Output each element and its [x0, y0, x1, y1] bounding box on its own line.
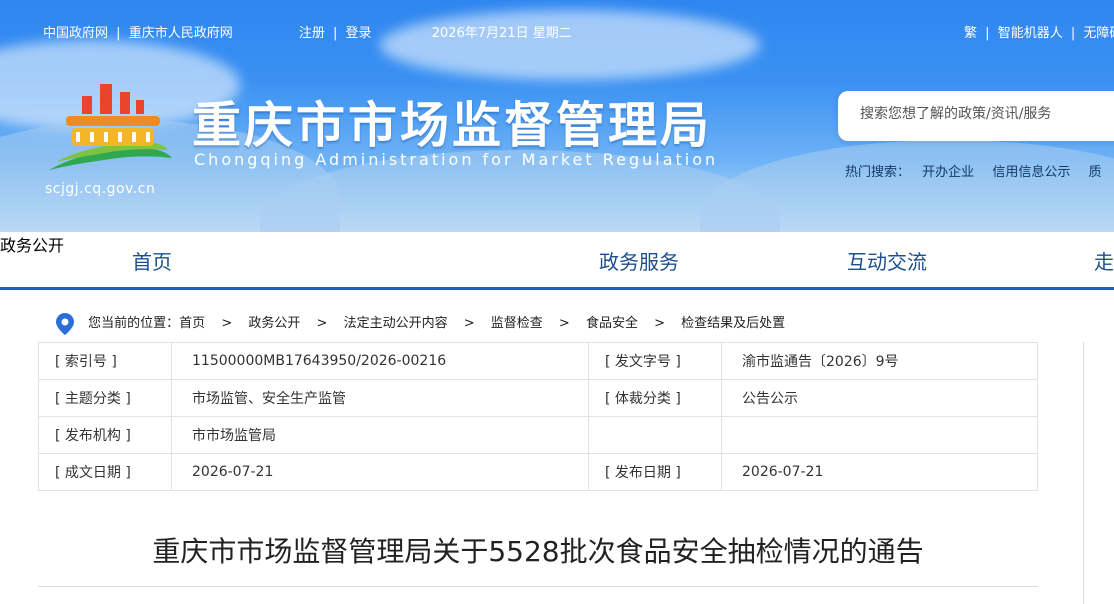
- link-gov-cn[interactable]: 中国政府网: [43, 22, 108, 41]
- breadcrumb-label: 您当前的位置：: [88, 316, 180, 331]
- robot-link[interactable]: 智能机器人: [998, 26, 1063, 41]
- hot-search-item[interactable]: 信用信息公示: [992, 165, 1070, 180]
- search-box: [838, 91, 1114, 141]
- breadcrumb-item[interactable]: 首页: [179, 316, 205, 331]
- register-link[interactable]: 注册: [299, 22, 325, 41]
- location-pin-icon: [56, 312, 74, 335]
- meta-value: 2026-07-21: [721, 453, 1038, 491]
- hot-search-item[interactable]: 开办企业: [922, 165, 974, 180]
- meta-key: [ 成文日期 ]: [38, 453, 172, 491]
- breadcrumb-item[interactable]: 检查结果及后处置: [681, 316, 785, 331]
- breadcrumb-separator: >: [463, 316, 475, 331]
- meta-value: 2026-07-21: [171, 453, 589, 491]
- breadcrumb-separator: >: [316, 316, 328, 331]
- meta-key: [ 发文字号 ]: [588, 342, 722, 380]
- breadcrumb-item[interactable]: 政务公开: [248, 316, 300, 331]
- accessibility-link[interactable]: 无障碍: [1083, 26, 1114, 41]
- meta-key: [ 索引号 ]: [38, 342, 172, 380]
- current-date: 2026年7月21日 星期二: [431, 26, 572, 41]
- topbar-left: 中国政府网 | 重庆市人民政府网 注册 | 登录 2026年7月21日 星期二: [43, 22, 572, 41]
- hot-searches: 热门搜索： 开办企业 信用信息公示 质: [845, 161, 1114, 180]
- hot-search-item[interactable]: 质: [1088, 165, 1101, 180]
- table-row: [ 索引号 ] 11500000MB17643950/2026-00216 [ …: [38, 342, 1038, 380]
- cloud-decoration: [380, 10, 760, 80]
- site-title[interactable]: 重庆市市场监督管理局: [192, 86, 712, 157]
- breadcrumb: 您当前的位置：首页 > 政务公开 > 法定主动公开内容 > 监督检查 > 食品安…: [56, 312, 785, 335]
- traditional-chinese-link[interactable]: 繁: [964, 26, 977, 41]
- table-row: [ 发布机构 ] 市市场监管局: [38, 416, 1038, 454]
- site-domain: scjgj.cq.gov.cn: [45, 181, 156, 197]
- sidebar-divider: [1083, 342, 1084, 604]
- meta-value: 公告公示: [721, 379, 1038, 417]
- meta-value: 渝市监通告〔2026〕9号: [721, 342, 1038, 380]
- topbar-right: 繁 | 智能机器人 | 无障碍: [964, 22, 1114, 41]
- meta-key: [ 体裁分类 ]: [588, 379, 722, 417]
- link-cq-gov[interactable]: 重庆市人民政府网: [129, 22, 233, 41]
- breadcrumb-item[interactable]: 食品安全: [586, 316, 638, 331]
- meta-value: [721, 416, 1038, 454]
- site-header: 中国政府网 | 重庆市人民政府网 注册 | 登录 2026年7月21日 星期二 …: [0, 0, 1114, 232]
- hill-decoration: [700, 140, 1114, 232]
- site-subtitle: Chongqing Administration for Market Regu…: [194, 150, 719, 169]
- breadcrumb-item[interactable]: 法定主动公开内容: [344, 316, 448, 331]
- meta-key: [ 主题分类 ]: [38, 379, 172, 417]
- breadcrumb-item[interactable]: 监督检查: [491, 316, 543, 331]
- login-link[interactable]: 登录: [346, 22, 372, 41]
- document-meta-table: [ 索引号 ] 11500000MB17643950/2026-00216 [ …: [38, 342, 1038, 491]
- title-divider: [38, 586, 1038, 587]
- breadcrumb-separator: >: [558, 316, 570, 331]
- nav-active-indicator: [0, 232, 1114, 288]
- meta-value: 市场监管、安全生产监管: [171, 379, 589, 417]
- hot-search-label: 热门搜索：: [845, 165, 911, 180]
- emblem-logo[interactable]: [44, 78, 174, 178]
- meta-value: 11500000MB17643950/2026-00216: [171, 342, 589, 380]
- table-row: [ 主题分类 ] 市场监管、安全生产监管 [ 体裁分类 ] 公告公示: [38, 379, 1038, 417]
- document-title: 重庆市市场监督管理局关于5528批次食品安全抽检情况的通告: [152, 535, 924, 568]
- meta-key: [588, 416, 722, 454]
- meta-key: [ 发布机构 ]: [38, 416, 172, 454]
- breadcrumb-separator: >: [221, 316, 233, 331]
- breadcrumb-separator: >: [654, 316, 666, 331]
- search-input[interactable]: [858, 105, 1114, 123]
- table-row: [ 成文日期 ] 2026-07-21 [ 发布日期 ] 2026-07-21: [38, 453, 1038, 491]
- meta-key: [ 发布日期 ]: [588, 453, 722, 491]
- meta-value: 市市场监管局: [171, 416, 589, 454]
